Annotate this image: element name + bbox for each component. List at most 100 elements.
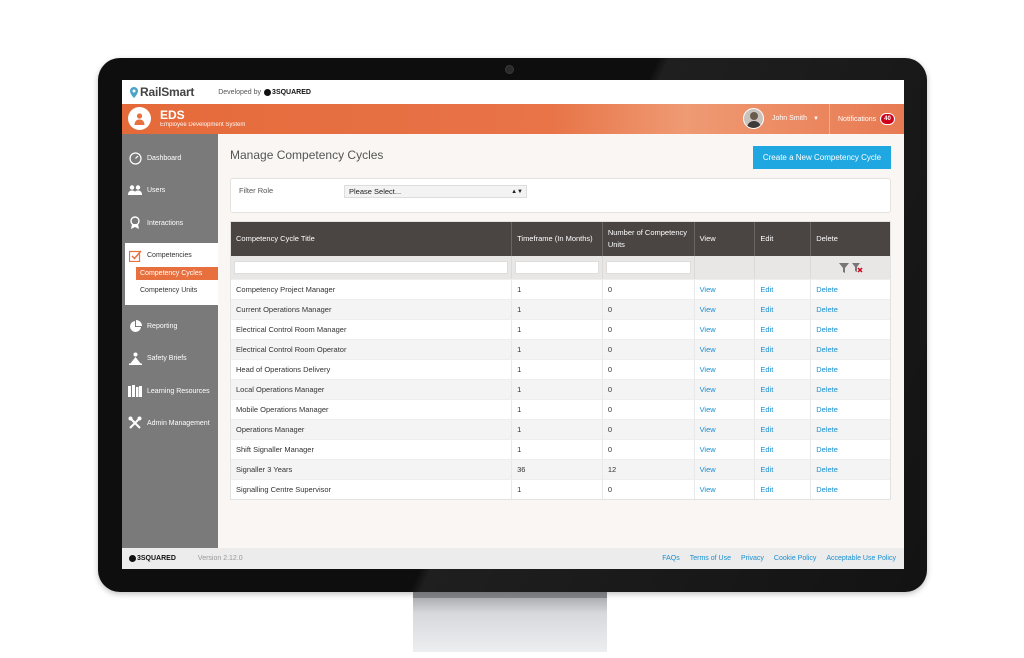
edit-link[interactable]: Edit — [755, 440, 812, 459]
terms-of-use-link[interactable]: Terms of Use — [690, 555, 731, 562]
delete-link[interactable]: Delete — [811, 460, 890, 479]
person-icon — [134, 113, 145, 125]
delete-link[interactable]: Delete — [811, 300, 890, 319]
units-count-cell: 0 — [603, 320, 695, 339]
filter-cell — [811, 256, 890, 279]
sidebar-item-admin-management[interactable]: Admin Management — [122, 408, 218, 438]
delete-link[interactable]: Delete — [811, 280, 890, 299]
timeframe-cell: 1 — [512, 320, 603, 339]
edit-link[interactable]: Edit — [755, 380, 812, 399]
avatar — [743, 108, 764, 129]
timeframe-cell: 1 — [512, 440, 603, 459]
monitor-stand — [413, 592, 607, 652]
timeframe-cell: 36 — [512, 460, 603, 479]
brand-bar: RailSmart Developed by 3SQUARED — [122, 80, 904, 104]
railsmart-logo[interactable]: RailSmart — [130, 85, 194, 99]
delete-link[interactable]: Delete — [811, 480, 890, 499]
sidebar-item-label: Competencies — [147, 251, 192, 259]
cycle-title-cell: Local Operations Manager — [231, 380, 513, 399]
sidebar-item-competencies: Competencies Competency Cycles Competenc… — [125, 243, 218, 305]
view-link[interactable]: View — [695, 480, 756, 499]
view-link[interactable]: View — [695, 300, 756, 319]
sidebar-subitem-competency-units[interactable]: Competency Units — [136, 284, 218, 297]
delete-link[interactable]: Delete — [811, 400, 890, 419]
privacy-link[interactable]: Privacy — [741, 555, 764, 562]
edit-link[interactable]: Edit — [755, 280, 812, 299]
edit-link[interactable]: Edit — [755, 340, 812, 359]
filter-cell — [231, 256, 513, 279]
table-row: Signaller 3 Years 36 12 View Edit Delete — [231, 459, 890, 479]
column-header-units[interactable]: Number of Competency Units — [603, 222, 695, 256]
view-link[interactable]: View — [695, 360, 756, 379]
table-row: Electrical Control Room Manager 1 0 View Edi… — [231, 319, 890, 339]
edit-link[interactable]: Edit — [755, 420, 812, 439]
units-count-cell: 0 — [603, 280, 695, 299]
sidebar-item-dashboard[interactable]: Dashboard — [122, 143, 218, 173]
table-row: Mobile Operations Manager 1 0 View Edit Delet… — [231, 399, 890, 419]
delete-link[interactable]: Delete — [811, 340, 890, 359]
dashboard-icon — [128, 151, 142, 165]
timeframe-cell: 1 — [512, 300, 603, 319]
column-header-edit: Edit — [755, 222, 812, 256]
notifications-label: Notifications — [838, 115, 877, 123]
table-body: Competency Project Manager 1 0 View Edit Dele… — [231, 279, 890, 499]
sidebar-item-reporting[interactable]: Reporting — [122, 311, 218, 341]
sidebar-item-label: Dashboard — [147, 154, 182, 162]
column-header-timeframe[interactable]: Timeframe (In Months) — [512, 222, 603, 256]
view-link[interactable]: View — [695, 400, 756, 419]
faqs-link[interactable]: FAQs — [662, 555, 680, 562]
edit-link[interactable]: Edit — [755, 460, 812, 479]
units-count-cell: 12 — [603, 460, 695, 479]
sidebar-item-interactions[interactable]: Interactions — [122, 208, 218, 238]
units-filter-input[interactable] — [605, 261, 691, 274]
delete-link[interactable]: Delete — [811, 360, 890, 379]
edit-link[interactable]: Edit — [755, 320, 812, 339]
edit-link[interactable]: Edit — [755, 480, 812, 499]
delete-link[interactable]: Delete — [811, 420, 890, 439]
view-link[interactable]: View — [695, 320, 756, 339]
filter-role-label: Filter Role — [239, 186, 274, 195]
table-row: Current Operations Manager 1 0 View Edit Dele… — [231, 299, 890, 319]
view-link[interactable]: View — [695, 280, 756, 299]
delete-link[interactable]: Delete — [811, 320, 890, 339]
view-link[interactable]: View — [695, 380, 756, 399]
sidebar-item-safety-briefs[interactable]: Safety Briefs — [122, 343, 218, 373]
library-icon — [128, 384, 142, 398]
sidebar-subitem-competency-cycles[interactable]: Competency Cycles — [136, 267, 218, 280]
clear-filter-icon[interactable] — [851, 262, 863, 273]
view-link[interactable]: View — [695, 460, 756, 479]
view-link[interactable]: View — [695, 340, 756, 359]
timeframe-filter-input[interactable] — [515, 261, 599, 274]
caret-down-icon: ▼ — [813, 115, 819, 122]
filter-icon[interactable] — [838, 262, 849, 273]
user-menu[interactable]: John Smith ▼ — [743, 108, 819, 129]
company-name: 3SQUARED — [272, 88, 311, 96]
view-link[interactable]: View — [695, 440, 756, 459]
eds-logo-icon[interactable] — [128, 107, 151, 130]
cookie-policy-link[interactable]: Cookie Policy — [774, 555, 816, 562]
title-filter-input[interactable] — [234, 261, 509, 274]
delete-link[interactable]: Delete — [811, 380, 890, 399]
timeframe-cell: 1 — [512, 480, 603, 499]
units-count-cell: 0 — [603, 480, 695, 499]
table-row: Shift Signaller Manager 1 0 View Edit Delete — [231, 439, 890, 459]
acceptable-use-policy-link[interactable]: Acceptable Use Policy — [826, 555, 896, 562]
column-header-view: View — [695, 222, 756, 256]
column-header-title[interactable]: Competency Cycle Title — [231, 222, 513, 256]
edit-link[interactable]: Edit — [755, 400, 812, 419]
units-count-cell: 0 — [603, 420, 695, 439]
notifications-button[interactable]: Notifications 40 — [829, 104, 904, 134]
table-header: Competency Cycle Title Timeframe (In Mon… — [231, 222, 890, 256]
view-link[interactable]: View — [695, 420, 756, 439]
edit-link[interactable]: Edit — [755, 300, 812, 319]
sidebar-item-competencies-header[interactable]: Competencies — [125, 243, 218, 267]
sidebar-item-learning-resources[interactable]: Learning Resources — [122, 376, 218, 406]
filter-role-select[interactable]: Please Select... ▲▼ — [344, 185, 527, 198]
sidebar: Dashboard Users Interactions Reporting S… — [122, 134, 218, 548]
edit-link[interactable]: Edit — [755, 360, 812, 379]
table-row: Head of Operations Delivery 1 0 View Edit Del… — [231, 359, 890, 379]
sidebar-item-label: Safety Briefs — [147, 354, 187, 362]
delete-link[interactable]: Delete — [811, 440, 890, 459]
sidebar-item-users[interactable]: Users — [122, 175, 218, 205]
create-competency-cycle-button[interactable]: Create a New Competency Cycle — [753, 146, 891, 169]
